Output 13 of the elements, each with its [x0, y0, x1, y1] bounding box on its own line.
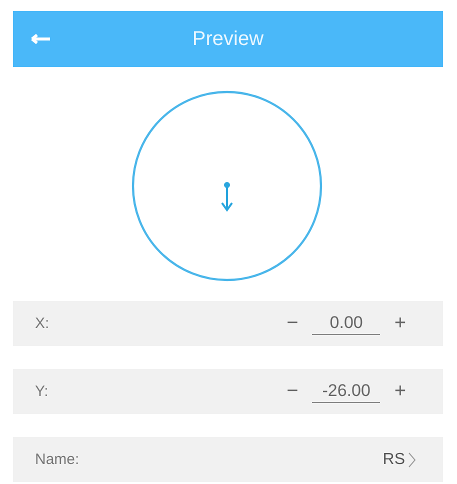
- value-field[interactable]: -26.00: [312, 380, 380, 402]
- decrement-button[interactable]: −: [282, 380, 302, 403]
- row-label: Y:: [35, 383, 48, 400]
- chevron-right-icon[interactable]: [408, 452, 416, 468]
- screen-title: Preview: [192, 28, 264, 50]
- name-value[interactable]: RS: [382, 450, 405, 468]
- row-label: Name:: [35, 451, 80, 468]
- decrement-button[interactable]: −: [282, 312, 302, 335]
- value-field[interactable]: 0.00: [312, 312, 380, 334]
- increment-button[interactable]: +: [390, 380, 410, 403]
- increment-button[interactable]: +: [390, 312, 410, 335]
- back-arrow-icon[interactable]: [31, 34, 51, 44]
- row-label: X:: [35, 315, 50, 332]
